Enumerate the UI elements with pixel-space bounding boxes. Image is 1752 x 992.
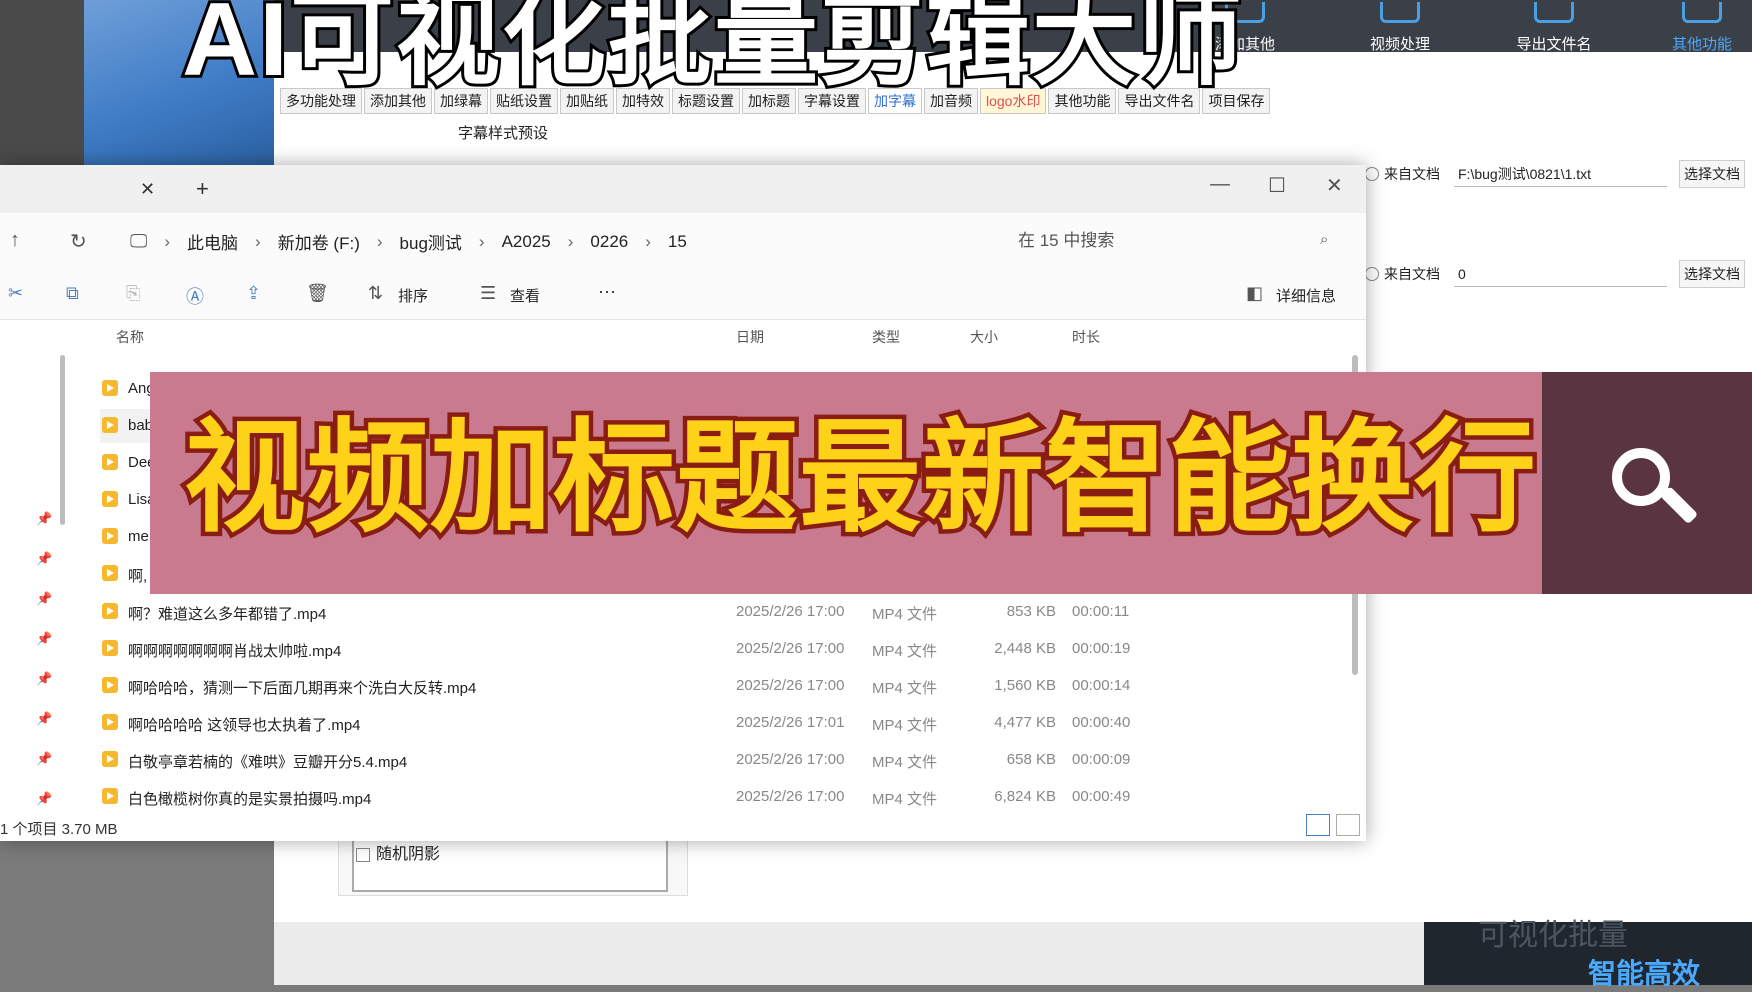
breadcrumb-drive[interactable]: 新加卷 (F:)	[278, 229, 360, 254]
doc-value-input[interactable]: 0	[1454, 262, 1667, 287]
column-type[interactable]: 类型	[872, 327, 900, 347]
subtitle-preset-label: 字幕样式预设	[458, 125, 549, 142]
pin-icon: 📌	[36, 751, 53, 766]
from-doc-label: 来自文档	[1384, 266, 1440, 282]
computer-icon[interactable]: 🖵	[130, 231, 147, 252]
table-row[interactable]: 白敬亭章若楠的《难哄》豆瓣开分5.4.mp4 2025/2/26 17:00 M…	[100, 743, 1330, 777]
toolbar-more-functions-button[interactable]: 其他功能	[1642, 0, 1752, 53]
pin-icon: 📌	[36, 551, 53, 566]
details-pane-icon: ◧	[1246, 283, 1264, 303]
pin-icon: 📌	[36, 511, 53, 526]
video-file-icon	[102, 751, 118, 767]
video-file-icon	[102, 417, 118, 433]
search-icon[interactable]: ⌕	[1320, 231, 1328, 248]
pin-icon: 📌	[36, 791, 53, 806]
details-view-icon[interactable]	[1306, 814, 1330, 836]
table-row[interactable]: 啊哈哈哈哈 这领导也太执着了.mp4 2025/2/26 17:01 MP4 文…	[100, 706, 1330, 740]
video-file-icon	[102, 565, 118, 581]
choose-doc-button[interactable]: 选择文档	[1679, 160, 1745, 188]
maximize-icon[interactable]: ☐	[1268, 173, 1286, 198]
table-row[interactable]: 啊？难道这么多年都错了.mp4 2025/2/26 17:00 MP4 文件 8…	[100, 595, 1330, 629]
rename-icon[interactable]: Ⓐ	[186, 283, 204, 309]
cut-icon[interactable]: ✂	[8, 283, 23, 304]
pin-icon: 📌	[36, 711, 53, 726]
pin-icon: 📌	[36, 671, 53, 686]
delete-icon[interactable]: 🗑	[306, 283, 329, 304]
from-doc-radio[interactable]	[1365, 167, 1379, 181]
minimize-icon[interactable]: —	[1210, 173, 1230, 196]
table-row[interactable]: 啊啊啊啊啊啊啊肖战太帅啦.mp4 2025/2/26 17:00 MP4 文件 …	[100, 632, 1330, 666]
copy-icon[interactable]: ⧉	[66, 283, 79, 304]
share-icon[interactable]: ⇪	[246, 283, 261, 304]
video-file-icon	[102, 788, 118, 804]
grid-icon	[1682, 2, 1722, 23]
more-button[interactable]: ···	[598, 281, 616, 302]
sort-icon: ⇅	[368, 283, 384, 303]
details-button[interactable]: 详细信息	[1276, 285, 1336, 306]
breadcrumb-0226[interactable]: 0226	[590, 232, 628, 252]
explorer-tab-strip: ✕ + — ☐ ✕	[0, 165, 1366, 213]
tiles-view-icon[interactable]	[1336, 814, 1360, 836]
column-duration[interactable]: 时长	[1072, 327, 1100, 347]
ribbon-headline: 视频加标题最新智能换行	[180, 406, 1541, 551]
video-file-icon	[102, 603, 118, 619]
random-shadow-checkbox[interactable]	[356, 847, 370, 862]
breadcrumb-a2025[interactable]: A2025	[502, 232, 551, 252]
command-bar: ✂ ⧉ ⎘ Ⓐ ⇪ 🗑 ⇅ 排序 ☰ 查看 ··· ◧ 详细信息	[0, 269, 1366, 320]
toolbar-export-filename-button[interactable]: 导出文件名	[1494, 0, 1614, 53]
new-tab-icon[interactable]: +	[196, 176, 209, 202]
column-name[interactable]: 名称	[116, 327, 144, 347]
doc-source-row-2: 来自文档 0 选择文档	[1365, 260, 1745, 288]
breadcrumb-15[interactable]: 15	[668, 232, 687, 252]
from-doc-label: 来自文档	[1384, 166, 1440, 182]
export-icon	[1534, 2, 1574, 23]
video-file-icon	[102, 491, 118, 507]
table-row[interactable]: 啊哈哈哈，猜测一下后面几期再来个洗白大反转.mp4 2025/2/26 17:0…	[100, 669, 1330, 703]
choose-doc-button[interactable]: 选择文档	[1679, 260, 1745, 288]
overlay-title: AI可视化批量剪辑大师	[179, 0, 1245, 101]
breadcrumb: 🖵 › 此电脑 › 新加卷 (F:) › bug测试 › A2025 › 022…	[130, 229, 687, 254]
video-file-icon	[102, 454, 118, 470]
column-size[interactable]: 大小	[970, 327, 998, 347]
random-shadow-text: 随机阴影	[376, 846, 441, 863]
close-icon[interactable]: ✕	[140, 179, 155, 200]
arrow-up-icon[interactable]: ↑	[10, 229, 20, 252]
filter-icon	[1380, 2, 1420, 23]
pin-icon: 📌	[36, 631, 53, 646]
background-dark-area	[0, 0, 84, 170]
video-file-icon	[102, 677, 118, 693]
pin-icon: 📌	[36, 591, 53, 606]
status-selection-info: 1 个项目 3.70 MB	[0, 821, 118, 838]
address-bar: ↑ ↻ 🖵 › 此电脑 › 新加卷 (F:) › bug测试 › A2025 ›…	[0, 213, 1366, 269]
window-close-icon[interactable]: ✕	[1326, 173, 1343, 198]
promo-text: 智能高效	[1588, 958, 1701, 989]
view-button[interactable]: 查看	[510, 285, 540, 306]
video-file-icon	[102, 528, 118, 544]
doc-source-row-1: 来自文档 F:\bug测试\0821\1.txt 选择文档	[1365, 160, 1745, 188]
breadcrumb-this-pc[interactable]: 此电脑	[187, 229, 238, 254]
sort-button[interactable]: 排序	[398, 285, 428, 306]
promo-ghost-text: 可视化批量	[1478, 919, 1628, 952]
refresh-icon[interactable]: ↻	[70, 229, 87, 254]
random-shadow-option[interactable]: 随机阴影	[356, 840, 440, 864]
video-file-icon	[102, 714, 118, 730]
column-date[interactable]: 日期	[736, 327, 764, 347]
view-icon: ☰	[480, 283, 497, 303]
table-row[interactable]: 白色橄榄树你真的是实景拍摄吗.mp4 2025/2/26 17:00 MP4 文…	[100, 780, 1330, 814]
navigation-pane	[0, 351, 82, 801]
video-file-icon	[102, 380, 118, 396]
search-input[interactable]: 在 15 中搜索	[1000, 225, 1358, 257]
paste-icon[interactable]: ⎘	[126, 283, 140, 304]
from-doc-radio[interactable]	[1365, 267, 1379, 281]
column-header: 名称 日期 类型 大小 时长	[0, 319, 1366, 351]
status-bar	[0, 811, 1366, 841]
doc-path-input[interactable]: F:\bug测试\0821\1.txt	[1454, 162, 1667, 187]
breadcrumb-bug-test[interactable]: bug测试	[400, 229, 462, 254]
video-file-icon	[102, 640, 118, 656]
toolbar-video-process-button[interactable]: 视频处理	[1340, 0, 1460, 53]
nav-scrollbar[interactable]	[60, 355, 65, 525]
